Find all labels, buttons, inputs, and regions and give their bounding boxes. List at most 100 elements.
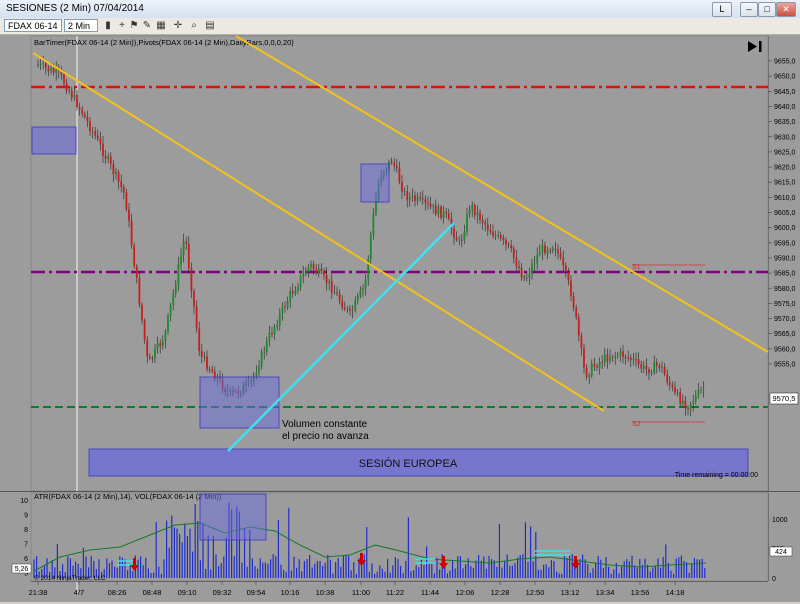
atr-tick-label: 8 (24, 527, 28, 534)
indicator-label: BarTimer(FDAX 06-14 (2 Min)),Pivots(FDAX… (34, 38, 294, 47)
volume-bar (550, 560, 552, 578)
data-box-icon[interactable]: ▤ (204, 20, 216, 32)
atr-value-marker: 5,26 (11, 563, 32, 574)
strategy-icon[interactable]: ⚑ (128, 20, 140, 32)
properties-icon[interactable]: ▦ (155, 20, 167, 32)
volume-bar (652, 567, 654, 578)
volume-bar (566, 558, 568, 578)
volume-bar (181, 542, 183, 578)
crosshair-icon[interactable]: ✛ (172, 20, 184, 32)
volume-bar (171, 515, 173, 578)
svg-text:5,26: 5,26 (15, 566, 29, 573)
volume-bar (114, 566, 116, 578)
volume-bar (628, 561, 630, 578)
volume-bar (673, 573, 675, 578)
atr-tick-label: 10 (20, 498, 28, 505)
time-tick-label: 13:56 (631, 588, 650, 597)
highlight-box-volume (199, 376, 280, 429)
maximize-button[interactable]: □ (758, 2, 776, 17)
volume-bar (472, 567, 474, 578)
volume-bar (56, 544, 58, 578)
volume-bar (324, 562, 326, 578)
volume-bar (608, 566, 610, 578)
highlight-box-top (360, 163, 390, 203)
volume-bar (524, 522, 526, 578)
volume-bar (657, 558, 659, 578)
volume-bar (670, 570, 672, 578)
window-title: SESIONES (2 Min) 07/04/2014 (6, 3, 144, 14)
volume-bar (423, 565, 425, 578)
volume-bar (290, 570, 292, 578)
volume-bar (610, 573, 612, 578)
volume-bar (275, 556, 277, 578)
time-tick-label: 13:34 (596, 588, 615, 597)
price-tick-label: 9585,0 (774, 271, 796, 278)
volume-bar (340, 566, 342, 578)
volume-bar (251, 558, 253, 578)
volume-tick-label: 0 (772, 576, 776, 583)
volume-bar (400, 565, 402, 578)
volume-highlight-box (199, 493, 267, 541)
volume-bar (215, 554, 217, 578)
bar-style-icon[interactable]: ▮ (102, 20, 114, 32)
volume-bar (384, 571, 386, 578)
price-tick-label: 9565,0 (774, 331, 796, 338)
volume-bar (179, 533, 181, 578)
price-tick-label: 9605,0 (774, 210, 796, 217)
volume-bar (376, 571, 378, 578)
volume-bar (277, 519, 279, 578)
price-tick-label: 9595,0 (774, 240, 796, 247)
volume-bar (82, 547, 84, 578)
atr-tick-label: 9 (24, 513, 28, 520)
toggle-l-button[interactable]: L (712, 2, 732, 17)
volume-bar (246, 566, 248, 578)
volume-bar (166, 520, 168, 578)
volume-bar (470, 566, 472, 578)
volume-bar (402, 573, 404, 578)
volume-bar (272, 554, 274, 578)
price-tick-label: 9655,0 (774, 59, 796, 66)
volume-bar (296, 567, 298, 578)
volume-bar (137, 559, 139, 578)
pencil-icon[interactable]: ✎ (141, 20, 153, 32)
volume-bar (605, 557, 607, 578)
volume-bar (602, 568, 604, 578)
volume-bar (475, 560, 477, 578)
volume-bar (491, 559, 493, 578)
volume-bar (332, 573, 334, 578)
volume-bar (688, 572, 690, 578)
volume-bar (119, 556, 121, 578)
volume-bar (683, 560, 685, 578)
interval-selector[interactable]: 2 Min (64, 19, 98, 32)
time-tick-label: 4/7 (74, 588, 84, 597)
volume-bar (145, 557, 147, 578)
volume-bar (366, 526, 368, 578)
volume-bar (207, 535, 209, 578)
volume-bar (493, 560, 495, 578)
volume-bar (548, 567, 550, 578)
volume-bar (644, 558, 646, 578)
plus-icon[interactable]: + (116, 20, 128, 32)
chart-canvas[interactable]: BarTimer(FDAX 06-14 (2 Min)),Pivots(FDAX… (0, 35, 800, 602)
volume-bar (449, 570, 451, 578)
close-button[interactable]: ✕ (776, 2, 796, 17)
instrument-selector[interactable]: FDAX 06-14 (4, 19, 62, 32)
volume-bar (509, 565, 511, 578)
volume-bar (579, 559, 581, 578)
minimize-button[interactable]: – (740, 2, 758, 17)
time-tick-label: 09:32 (213, 588, 232, 597)
time-tick-label: 09:54 (247, 588, 266, 597)
volume-bar (649, 571, 651, 578)
time-tick-label: 21:38 (29, 588, 48, 597)
time-tick-label: 08:26 (108, 588, 127, 597)
volume-bar (371, 563, 373, 578)
time-tick-label: 14:18 (666, 588, 685, 597)
volume-bar (192, 551, 194, 578)
volume-bar (558, 573, 560, 578)
volume-bar (517, 557, 519, 578)
volume-bar (665, 544, 667, 578)
volume-bar (387, 558, 389, 578)
zoom-icon[interactable]: ⌕ (188, 20, 200, 32)
price-tick-label: 9635,0 (774, 119, 796, 126)
volume-bar (701, 558, 703, 578)
